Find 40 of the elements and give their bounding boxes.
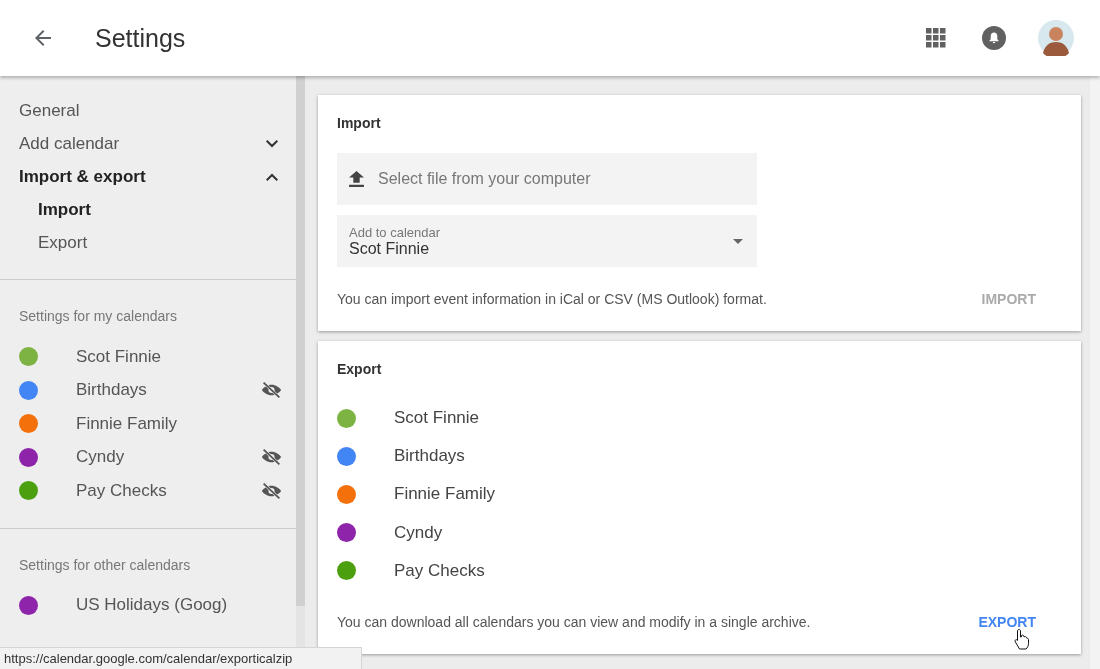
sidebar-subitem[interactable]: Import	[38, 193, 91, 226]
notifications-icon[interactable]	[982, 26, 1006, 50]
card-title: Export	[337, 361, 383, 377]
calendar-name[interactable]: Pay Checks	[76, 480, 261, 501]
chevron-icon[interactable]	[266, 172, 278, 181]
sidebar-subitem[interactable]: Export	[38, 226, 88, 259]
calendar-name[interactable]: Finnie Family	[76, 413, 282, 434]
section-heading: Settings for other calendars	[18, 555, 192, 575]
upload-icon	[349, 170, 364, 188]
calendar-name: Scot Finnie	[394, 408, 480, 429]
section-heading: Settings for my calendars	[18, 307, 178, 326]
calendar-name: Pay Checks	[394, 560, 485, 581]
calendar-name: Finnie Family	[394, 484, 496, 505]
sidebar-item[interactable]: Import & export	[19, 166, 146, 187]
page-title: Settings	[95, 23, 186, 53]
chevron-icon[interactable]	[266, 139, 278, 148]
calendar-name[interactable]: Cyndy	[76, 447, 261, 468]
hidden-eye-icon[interactable]	[261, 381, 282, 400]
calendar-name[interactable]: Scot Finnie	[76, 346, 282, 367]
scrollbar-thumb[interactable]	[296, 76, 305, 606]
export-button[interactable]: EXPORT	[978, 609, 1036, 634]
hidden-eye-icon[interactable]	[261, 448, 282, 467]
calendar-name[interactable]: US Holidays (Goog)	[76, 595, 282, 616]
file-picker[interactable]: Select file from your computer	[337, 153, 757, 205]
sidebar-item[interactable]: General	[19, 100, 80, 121]
status-url: https://calendar.google.com/calendar/exporticalzip	[0, 647, 362, 669]
hand-cursor-icon	[1014, 627, 1030, 650]
sidebar-item[interactable]: Add calendar	[19, 133, 120, 154]
calendar-name[interactable]: Birthdays	[76, 380, 261, 401]
dropdown-caret-icon	[733, 238, 743, 244]
calendar-name: Cyndy	[394, 522, 443, 543]
calendar-name: Birthdays	[394, 446, 465, 467]
scrollbar-track[interactable]	[1090, 76, 1100, 669]
export-note: You can download all calendars you can view and modify in a single archive.	[337, 613, 811, 630]
hidden-eye-icon[interactable]	[261, 481, 282, 500]
apps-grid-icon[interactable]	[926, 28, 946, 48]
card-title: Import	[337, 115, 382, 131]
import-note: You can import event information in iCal or CSV (MS Outlook) format.	[337, 291, 767, 307]
calendar-select[interactable]: Add to calendar Scot Finnie	[337, 215, 757, 267]
avatar[interactable]	[1038, 20, 1074, 56]
